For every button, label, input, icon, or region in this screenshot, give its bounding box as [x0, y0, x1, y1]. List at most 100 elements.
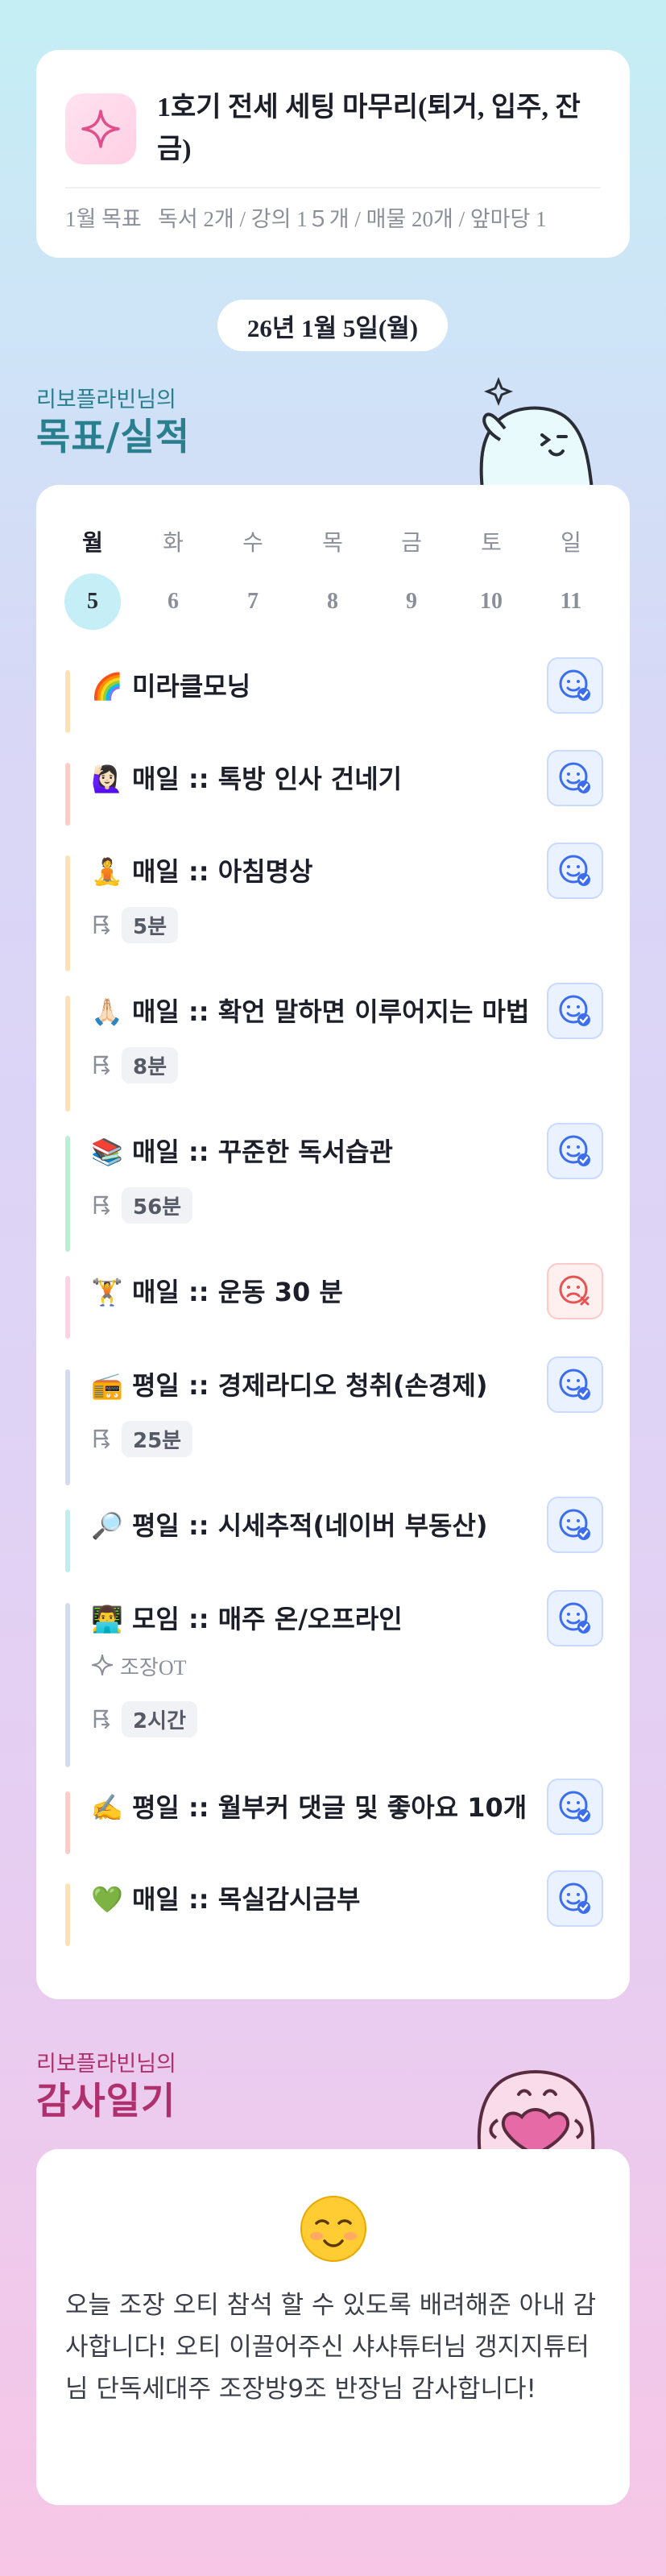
- task-title: 📻 평일 :: 경제라디오 청취(손경제): [91, 1369, 488, 1402]
- task-emoji-icon: 🙋🏻‍♀️: [91, 764, 123, 794]
- task-title-text: 매일 :: 꾸준한 독서습관: [131, 1137, 393, 1167]
- duration-chip: 5분: [122, 907, 179, 943]
- task-item[interactable]: 💚 매일 :: 목실감시금부: [65, 1870, 603, 1946]
- weekday-label: 월: [82, 529, 103, 556]
- task-title-text: 모임 :: 매주 온/오프라인: [131, 1604, 403, 1634]
- date-button[interactable]: 8: [304, 574, 361, 630]
- task-title-text: 매일 :: 확언 말하면 이루어지는 마법: [131, 996, 530, 1027]
- flag-icon: [91, 1427, 114, 1452]
- task-title: 🙏🏻 매일 :: 확언 말하면 이루어지는 마법: [91, 996, 529, 1028]
- task-item[interactable]: 🔎 평일 :: 시세추적(네이버 부동산): [65, 1497, 603, 1572]
- task-emoji-icon: 💚: [91, 1884, 123, 1915]
- task-completed-button[interactable]: [547, 750, 603, 806]
- task-completed-button[interactable]: [547, 1123, 603, 1179]
- goal-summary: 독서 2개 / 강의 1５개 / 매물 20개 / 앞마당 1: [158, 207, 547, 231]
- task-item[interactable]: ✍️ 평일 :: 월부커 댓글 및 좋아요 10개: [65, 1779, 603, 1854]
- task-failed-button[interactable]: [547, 1263, 603, 1319]
- flag-icon: [91, 1193, 114, 1219]
- task-emoji-icon: 🙏🏻: [91, 996, 123, 1027]
- task-emoji-icon: 🔎: [91, 1510, 123, 1541]
- date-button[interactable]: 6: [145, 574, 201, 630]
- task-completed-button[interactable]: [547, 1870, 603, 1927]
- task-title-text: 평일 :: 시세추적(네이버 부동산): [131, 1510, 488, 1541]
- task-note: 조장OT: [120, 1656, 187, 1679]
- task-color-bar: [65, 1603, 70, 1767]
- gratitude-section-title: 감사일기: [36, 2079, 176, 2123]
- task-title: 📚 매일 :: 꾸준한 독서습관: [91, 1136, 393, 1168]
- sad-face-x-icon: [559, 1275, 589, 1306]
- task-emoji-icon: 📻: [91, 1370, 123, 1401]
- task-completed-button[interactable]: [547, 983, 603, 1039]
- task-item[interactable]: 🏋 매일 :: 운동 30 분: [65, 1263, 603, 1339]
- task-title: 🔎 평일 :: 시세추적(네이버 부동산): [91, 1510, 488, 1542]
- task-completed-button[interactable]: [547, 1590, 603, 1646]
- smile-check-icon: [559, 762, 590, 793]
- task-color-bar: [65, 996, 70, 1112]
- task-item[interactable]: 🙏🏻 매일 :: 확언 말하면 이루어지는 마법8분: [65, 983, 603, 1112]
- date-selector[interactable]: 26년 1월 5일(월): [217, 300, 448, 351]
- task-duration-row: 8분: [91, 1047, 179, 1083]
- task-item[interactable]: 🧘 매일 :: 아침명상5분: [65, 843, 603, 971]
- task-note-row: 조장OT: [91, 1651, 187, 1681]
- task-title: ✍️ 평일 :: 월부커 댓글 및 좋아요 10개: [91, 1791, 527, 1824]
- flag-icon: [91, 1053, 114, 1079]
- task-emoji-icon: 📚: [91, 1137, 123, 1167]
- goal-summary-line: 1월 목표 독서 2개 / 강의 1５개 / 매물 20개 / 앞마당 1: [65, 201, 547, 233]
- smile-check-icon: [559, 1135, 590, 1166]
- duration-chip: 2시간: [122, 1701, 197, 1737]
- task-title: 🧘 매일 :: 아침명상: [91, 855, 313, 888]
- weekday-label: 금: [401, 529, 422, 556]
- task-color-bar: [65, 1510, 70, 1572]
- task-duration-row: 5분: [91, 907, 179, 943]
- weekday-label: 토: [481, 529, 502, 556]
- task-title-text: 미라클모닝: [131, 671, 251, 702]
- smile-check-icon: [559, 1509, 590, 1540]
- sparkle-icon: [65, 93, 136, 164]
- task-emoji-icon: 🌈: [91, 671, 123, 702]
- daily-tasks-card: 월 5 화 6 수 7 목 8 금 9 토 10 일 11 🌈 미라클모닝 🙋🏻‍♀️ 매일 :: 톡방 인…: [36, 485, 630, 1999]
- smile-check-icon: [559, 995, 590, 1026]
- task-item[interactable]: 📻 평일 :: 경제라디오 청취(손경제) 25분: [65, 1356, 603, 1485]
- task-title-text: 매일 :: 톡방 인사 건네기: [131, 764, 403, 794]
- task-completed-button[interactable]: [547, 1356, 603, 1413]
- task-emoji-icon: 🧘: [91, 856, 123, 887]
- monthly-goal-card: 1호기 전세 세팅 마무리(퇴거, 입주, 잔금) 1월 목표 독서 2개 / …: [36, 50, 630, 258]
- sparkle-icon: [91, 1654, 114, 1679]
- task-color-bar: [65, 1791, 70, 1854]
- smile-check-icon: [559, 1369, 590, 1400]
- weekday-label: 수: [242, 529, 263, 556]
- task-completed-button[interactable]: [547, 1497, 603, 1553]
- task-completed-button[interactable]: [547, 657, 603, 714]
- task-item[interactable]: 👨‍💻 모임 :: 매주 온/오프라인조장OT2시간: [65, 1590, 603, 1767]
- date-button[interactable]: 5: [64, 574, 121, 630]
- date-button[interactable]: 10: [463, 574, 519, 630]
- smile-check-icon: [559, 1602, 590, 1634]
- task-title-text: 평일 :: 월부커 댓글 및 좋아요 10개: [131, 1792, 527, 1823]
- date-button[interactable]: 11: [543, 574, 599, 630]
- date-button[interactable]: 7: [225, 574, 281, 630]
- task-title-text: 매일 :: 목실감시금부: [131, 1884, 361, 1915]
- task-color-bar: [65, 1136, 70, 1252]
- task-item[interactable]: 🌈 미라클모닝: [65, 657, 603, 733]
- task-completed-button[interactable]: [547, 843, 603, 899]
- goals-section-title: 목표/실적: [36, 415, 191, 458]
- task-color-bar: [65, 763, 70, 826]
- task-completed-button[interactable]: [547, 1779, 603, 1835]
- mascot-ghost-icon: [479, 377, 594, 490]
- weekday-label: 화: [163, 529, 184, 556]
- task-emoji-icon: 🏋: [91, 1277, 123, 1307]
- date-button[interactable]: 9: [383, 574, 440, 630]
- duration-chip: 56분: [122, 1187, 193, 1224]
- flag-icon: [91, 1707, 114, 1733]
- weekday-label: 일: [561, 529, 581, 556]
- task-item[interactable]: 🙋🏻‍♀️ 매일 :: 톡방 인사 건네기: [65, 750, 603, 826]
- task-title: 👨‍💻 모임 :: 매주 온/오프라인: [91, 1603, 403, 1635]
- smile-check-icon: [559, 669, 590, 701]
- task-item[interactable]: 📚 매일 :: 꾸준한 독서습관56분: [65, 1123, 603, 1252]
- task-title: 💚 매일 :: 목실감시금부: [91, 1883, 360, 1915]
- smile-check-icon: [559, 1791, 590, 1822]
- gratitude-card: 오늘 조장 오티 참석 할 수 있도록 배려해준 아내 감사합니다! 오티 이끌…: [36, 2149, 630, 2505]
- goal-month-label: 1월 목표: [65, 207, 142, 231]
- task-title: 🌈 미라클모닝: [91, 670, 250, 702]
- task-color-bar: [65, 1883, 70, 1946]
